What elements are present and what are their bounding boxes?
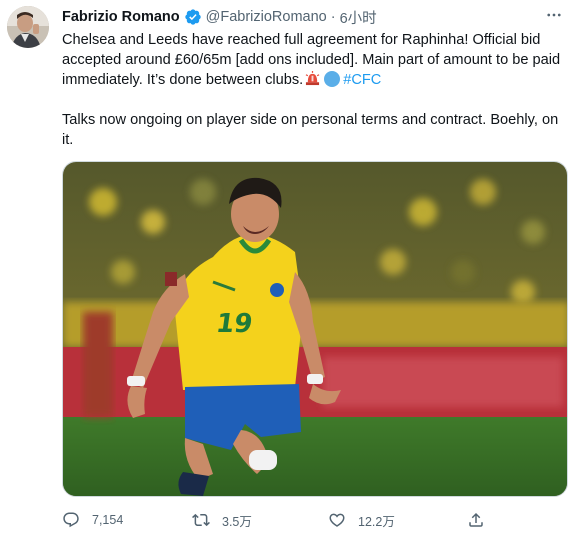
tweet-header: Fabrizio Romano @FabrizioRomano · 6小时 (62, 7, 564, 27)
timestamp[interactable]: 6小时 (340, 7, 377, 28)
share-button[interactable] (467, 508, 497, 532)
retweet-count: 3.5万 (222, 514, 252, 529)
tweet-actions: 7,154 3.5万 12.2万 (62, 508, 492, 532)
separator-dot: · (330, 9, 336, 25)
photo-of-footballer-in-brazil-kit: 19 (63, 162, 567, 496)
jersey-number: 19 (214, 309, 254, 339)
retweet-icon (192, 513, 210, 527)
reply-button[interactable]: 7,154 (62, 508, 123, 532)
hashtag-link[interactable]: #CFC (343, 72, 381, 88)
verified-badge-icon (184, 9, 201, 25)
avatar[interactable] (7, 6, 49, 48)
author-handle[interactable]: @FabrizioRomano (206, 9, 327, 25)
siren-emoji-icon (305, 71, 320, 86)
tweet-card[interactable]: Fabrizio Romano @FabrizioRomano · 6小时 Ch… (0, 0, 578, 541)
avatar-image (7, 6, 49, 48)
tweet-paragraph-2: Talks now ongoing on player side on pers… (62, 112, 559, 148)
retweet-button[interactable]: 3.5万 (192, 508, 252, 532)
tweet-photo[interactable]: 19 (62, 161, 568, 497)
reply-icon (63, 512, 79, 528)
author-name[interactable]: Fabrizio Romano (62, 9, 180, 25)
share-icon (469, 512, 483, 527)
like-button[interactable]: 12.2万 (328, 508, 395, 532)
tweet-text: Chelsea and Leeds have reached full agre… (62, 30, 567, 150)
like-icon (329, 513, 345, 527)
reply-count: 7,154 (92, 513, 124, 527)
blue-circle-emoji-icon (324, 71, 341, 87)
more-options-icon[interactable] (544, 5, 564, 25)
like-count: 12.2万 (358, 514, 395, 529)
tweet-paragraph-1: Chelsea and Leeds have reached full agre… (62, 30, 567, 90)
